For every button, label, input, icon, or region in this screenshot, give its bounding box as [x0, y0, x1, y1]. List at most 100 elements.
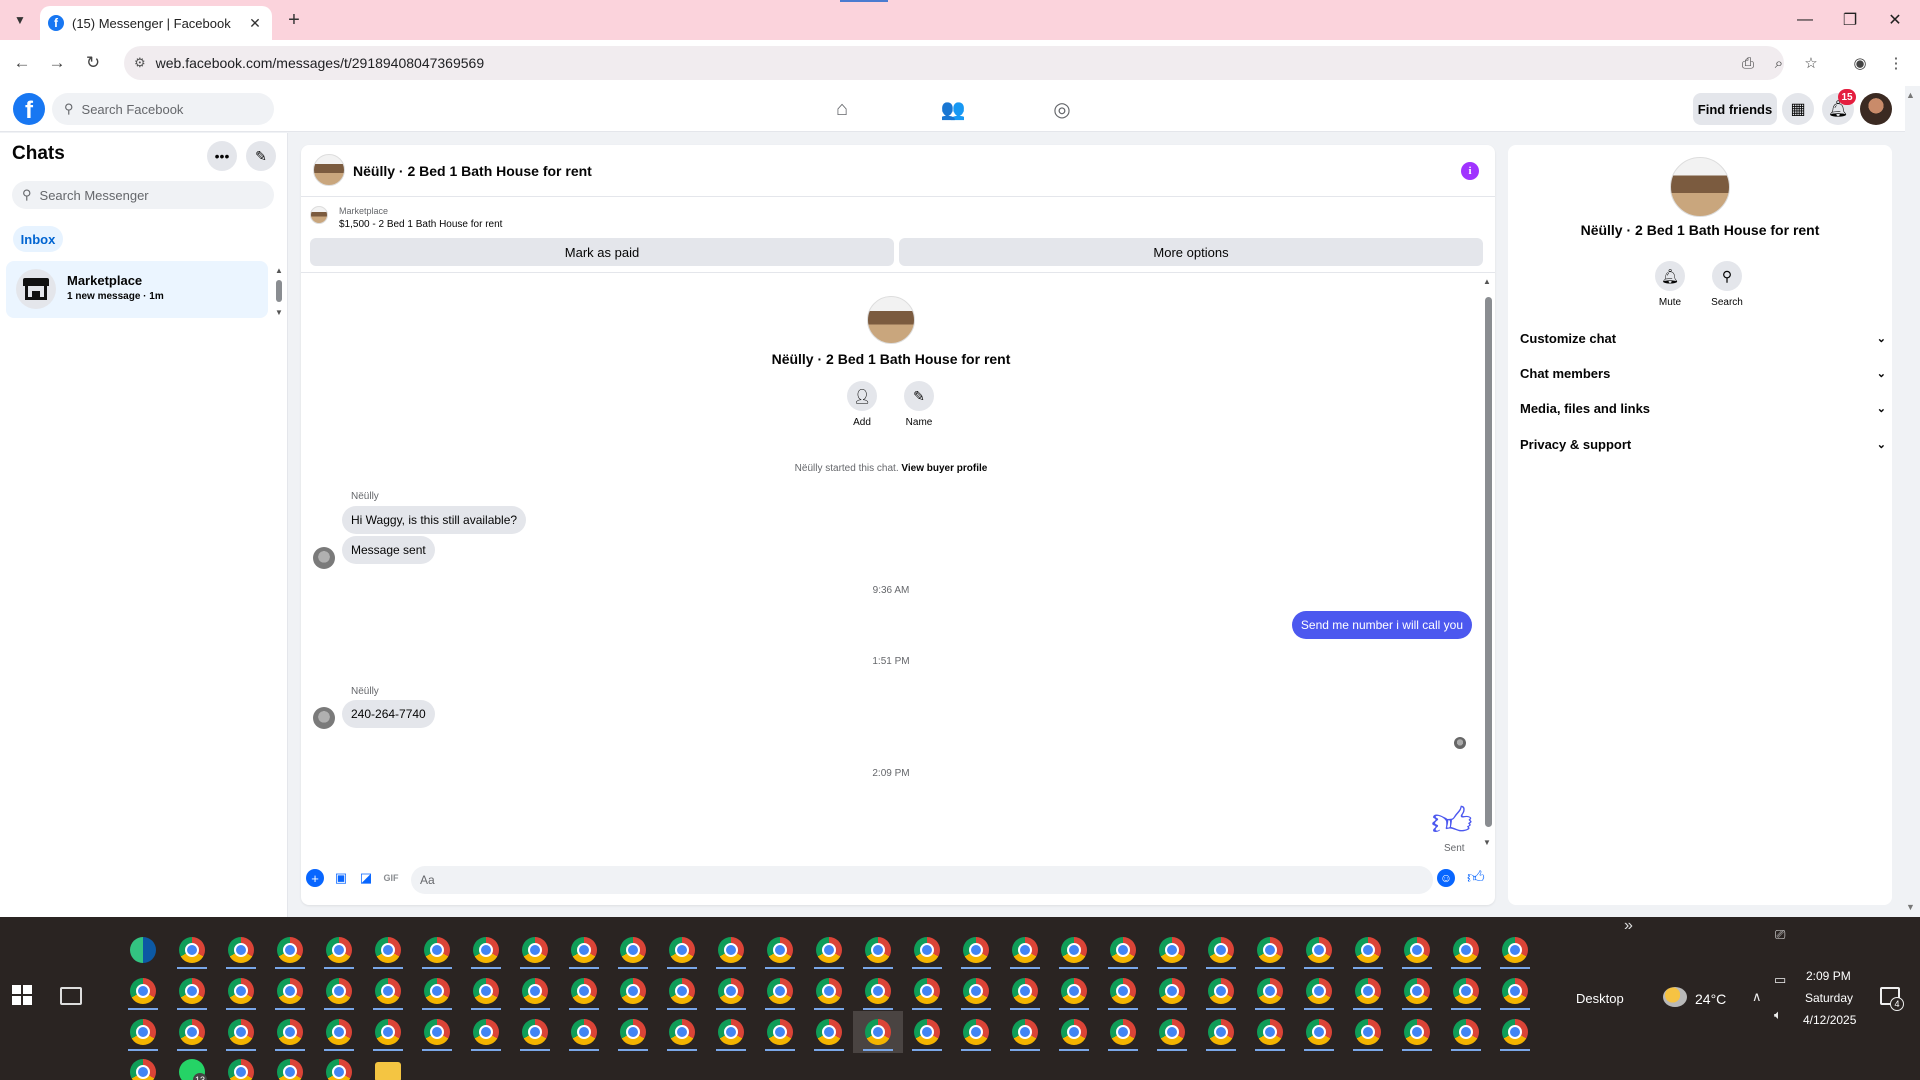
chrome-window-icon[interactable]: [1257, 1019, 1283, 1045]
my-message-bubble[interactable]: Send me number i will call you: [1291, 611, 1472, 639]
chrome-window-icon[interactable]: [522, 978, 548, 1004]
menu-grid-icon[interactable]: ▦: [1782, 93, 1814, 125]
chrome-window-icon[interactable]: [424, 937, 450, 963]
chrome-window-icon[interactable]: [228, 1019, 254, 1045]
friends-icon[interactable]: 👥: [938, 94, 968, 124]
chrome-window-icon[interactable]: [130, 1059, 156, 1080]
chrome-window-icon[interactable]: [865, 937, 891, 963]
chrome-window-icon[interactable]: [1110, 978, 1136, 1004]
chrome-window-icon[interactable]: [1306, 937, 1332, 963]
tab-search-chevron-icon[interactable]: ▼: [8, 8, 32, 32]
chrome-window-icon[interactable]: [179, 1019, 205, 1045]
scroll-down-arrow[interactable]: ▼: [1483, 838, 1491, 847]
chrome-window-icon[interactable]: [1061, 1019, 1087, 1045]
chrome-window-icon[interactable]: [1502, 978, 1528, 1004]
clock-time[interactable]: 2:09 PM: [1806, 969, 1851, 983]
conversation-avatar[interactable]: [313, 154, 345, 186]
scroll-up-arrow[interactable]: ▲: [1483, 277, 1491, 286]
conversation-scrollbar[interactable]: ▲ ▼: [1483, 277, 1493, 847]
chrome-window-icon[interactable]: [963, 1019, 989, 1045]
chrome-window-icon[interactable]: [914, 937, 940, 963]
chrome-window-icon[interactable]: [718, 1019, 744, 1045]
site-info-icon[interactable]: ⚙: [134, 55, 146, 71]
chrome-window-icon[interactable]: [326, 937, 352, 963]
chrome-window-icon[interactable]: [767, 937, 793, 963]
restore-icon[interactable]: ❐: [1835, 8, 1865, 32]
gif-icon[interactable]: GIF: [382, 869, 400, 887]
bookmark-star-icon[interactable]: ☆: [1798, 50, 1824, 76]
chrome-window-icon[interactable]: [1306, 978, 1332, 1004]
chrome-window-icon[interactable]: [669, 937, 695, 963]
find-friends-button[interactable]: Find friends: [1693, 93, 1777, 125]
emoji-icon[interactable]: ☺: [1437, 869, 1455, 887]
listing-title[interactable]: $1,500 - 2 Bed 1 Bath House for rent: [339, 219, 502, 230]
message-bubble[interactable]: Message sent: [342, 536, 435, 564]
chrome-window-icon[interactable]: [179, 978, 205, 1004]
desktop-toolbar-label[interactable]: Desktop: [1576, 991, 1624, 1006]
edge-browser-icon[interactable]: [130, 937, 156, 963]
chrome-window-icon[interactable]: [1012, 1019, 1038, 1045]
chrome-window-icon[interactable]: [1012, 978, 1038, 1004]
account-avatar[interactable]: [1860, 93, 1892, 125]
scroll-down-arrow[interactable]: ▼: [275, 308, 283, 317]
chrome-window-icon[interactable]: [375, 978, 401, 1004]
chrome-window-icon[interactable]: [326, 978, 352, 1004]
listing-thumbnail[interactable]: [310, 206, 328, 224]
chrome-window-icon[interactable]: [277, 1059, 303, 1080]
section-chat-members[interactable]: Chat members ⌄: [1520, 361, 1886, 385]
page-scroll-down-arrow[interactable]: ▼: [1906, 902, 1915, 912]
view-buyer-profile-link[interactable]: View buyer profile: [901, 463, 987, 474]
section-media-files-links[interactable]: Media, files and links ⌄: [1520, 396, 1886, 420]
mark-as-paid-button[interactable]: Mark as paid: [310, 238, 894, 266]
chrome-window-icon[interactable]: [1453, 978, 1479, 1004]
chrome-window-icon[interactable]: [1355, 937, 1381, 963]
info-avatar[interactable]: [1670, 157, 1730, 217]
address-bar[interactable]: ⚙ web.facebook.com/messages/t/2918940804…: [124, 46, 1784, 80]
chrome-window-icon[interactable]: [571, 937, 597, 963]
chrome-window-icon[interactable]: [473, 978, 499, 1004]
chrome-window-icon[interactable]: [1257, 937, 1283, 963]
profile-icon[interactable]: ◉: [1847, 50, 1873, 76]
chrome-window-icon[interactable]: [816, 1019, 842, 1045]
message-input[interactable]: Aa: [411, 866, 1433, 894]
chrome-window-icon[interactable]: [718, 978, 744, 1004]
edit-name-button[interactable]: ✎ Name: [894, 381, 944, 428]
chrome-window-icon[interactable]: [130, 1019, 156, 1045]
chrome-window-icon[interactable]: [816, 978, 842, 1004]
sender-avatar[interactable]: [313, 707, 335, 729]
chrome-window-icon[interactable]: [767, 978, 793, 1004]
search-in-conversation-button[interactable]: ⚲ Search: [1702, 261, 1752, 308]
forward-icon[interactable]: →: [44, 50, 70, 76]
chrome-window-icon[interactable]: [1208, 1019, 1234, 1045]
chrome-window-icon[interactable]: [1159, 1019, 1185, 1045]
chrome-window-icon[interactable]: [1110, 937, 1136, 963]
message-bubble[interactable]: Hi Waggy, is this still available?: [342, 506, 527, 534]
thumbs-up-message-icon[interactable]: 👍︎: [1431, 798, 1473, 846]
chrome-window-icon[interactable]: [914, 978, 940, 1004]
reload-icon[interactable]: ↻: [80, 50, 106, 76]
chrome-window-icon[interactable]: [1306, 1019, 1332, 1045]
chrome-window-icon[interactable]: [1404, 978, 1430, 1004]
scroll-up-arrow[interactable]: ▲: [275, 266, 283, 275]
chrome-window-icon[interactable]: [571, 1019, 597, 1045]
home-icon[interactable]: ⌂: [827, 94, 857, 124]
chrome-window-icon[interactable]: [277, 978, 303, 1004]
attach-photo-icon[interactable]: ▣: [332, 869, 350, 887]
chrome-window-icon[interactable]: [179, 937, 205, 963]
chrome-window-icon[interactable]: [1208, 937, 1234, 963]
network-icon[interactable]: ▭: [1774, 972, 1786, 988]
chrome-window-icon[interactable]: [473, 1019, 499, 1045]
chrome-window-icon[interactable]: [1404, 937, 1430, 963]
tab-messenger[interactable]: f (15) Messenger | Facebook ✕: [40, 6, 272, 40]
chrome-window-icon[interactable]: [1502, 937, 1528, 963]
chrome-window-icon[interactable]: [1257, 978, 1283, 1004]
more-actions-plus-icon[interactable]: +: [306, 869, 324, 887]
chrome-window-icon[interactable]: [718, 937, 744, 963]
weather-icon[interactable]: [1663, 987, 1687, 1007]
meet-now-icon[interactable]: ⎚: [1775, 927, 1785, 943]
task-view-icon[interactable]: [60, 987, 82, 1005]
chrome-window-icon[interactable]: [914, 1019, 940, 1045]
chrome-window-icon[interactable]: [1502, 1019, 1528, 1045]
chrome-window-icon[interactable]: [228, 1059, 254, 1080]
conversation-title[interactable]: Nëülly · 2 Bed 1 Bath House for rent: [353, 163, 592, 179]
